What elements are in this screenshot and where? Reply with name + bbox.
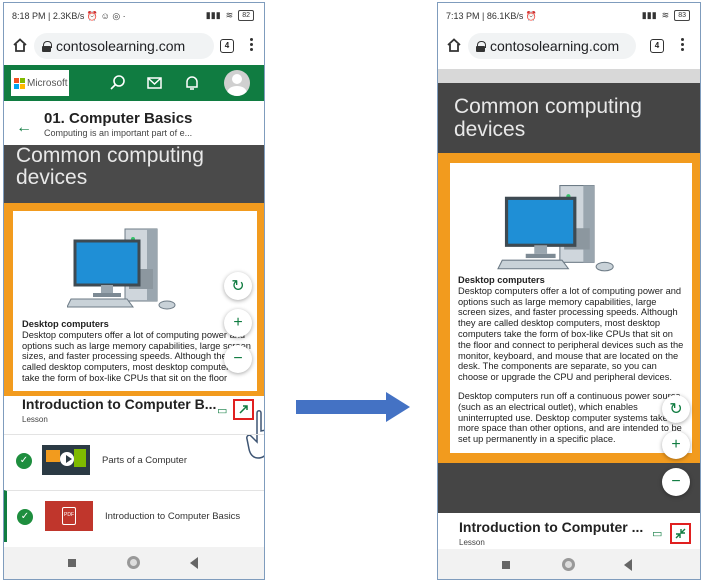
recents-icon[interactable] [502,561,510,569]
zoom-out-button[interactable]: − [224,345,252,373]
list-item[interactable]: ✓ PDF Introduction to Computer Basics [4,490,264,542]
signal-icon: ▮▮▮ [641,10,657,20]
lesson-type: Lesson [459,538,485,547]
slide-header: Common computing devices [4,144,264,203]
browser-menu-icon[interactable] [250,38,254,51]
slide-frame: Desktop computers Desktop computers offe… [438,153,700,463]
list-item[interactable]: ✓ Parts of a Computer [4,434,264,486]
back-nav-icon[interactable] [624,559,632,571]
browser-menu-icon[interactable] [681,38,685,51]
back-arrow-icon[interactable]: ← [16,119,32,137]
back-nav-icon[interactable] [190,557,198,569]
home-nav-icon[interactable] [127,556,140,569]
status-bar: 8:18 PM | 2.3KB/s ⏰ ☺ ◎ · ▮▮▮ ≋ 82 [4,3,264,27]
card-heading: Desktop computers [22,319,109,329]
signal-icon: ▮▮▮ [205,10,221,20]
mail-icon[interactable] [146,74,164,92]
search-icon[interactable] [109,74,127,92]
home-icon[interactable] [446,37,462,53]
address-bar[interactable]: contosolearning.com [468,33,636,59]
wifi-icon: ≋ [225,10,234,20]
rotate-icon: ↻ [669,401,683,418]
lesson-row: Introduction to Computer B... Lesson ▭ [4,396,264,432]
card-body: Desktop computers offer a lot of computi… [22,329,251,383]
course-title: 01. Computer Basics [44,110,193,127]
tab-count-button[interactable]: 4 [650,39,664,53]
slide-title: Common computing devices [16,144,204,189]
phone-screen-before: 8:18 PM | 2.3KB/s ⏰ ☺ ◎ · ▮▮▮ ≋ 82 conto… [3,2,265,580]
address-bar[interactable]: contosolearning.com [34,33,214,59]
phone-screen-after: 7:13 PM | 86.1KB/s ⏰ ▮▮▮ ≋ 83 contosolea… [437,2,701,580]
slide-card: Desktop computers Desktop computers offe… [13,211,257,391]
wifi-icon: ≋ [661,10,670,20]
comment-icon[interactable]: ▭ [652,527,662,540]
zoom-in-button[interactable]: + [224,309,252,337]
zoom-out-button[interactable]: − [662,468,690,496]
pdf-icon: PDF [62,507,76,525]
browser-toolbar: contosolearning.com 4 [4,27,264,63]
lock-icon [476,40,486,52]
lesson-title: Introduction to Computer ... [459,519,644,535]
list-item-label: Introduction to Computer Basics [105,511,241,522]
minus-icon: − [671,473,681,490]
lesson-row: Introduction to Computer ... Lesson ▭ [438,513,700,549]
battery-indicator: 83 [674,10,690,21]
slide-title: Common computing devices [454,95,642,141]
microsoft-logo[interactable]: Microsoft [11,70,69,96]
check-icon: ✓ [17,509,33,525]
desktop-computer-illustration [497,185,614,272]
transition-arrow [296,392,410,422]
rotate-icon: ↻ [231,278,245,295]
rotate-button[interactable]: ↻ [662,395,690,423]
course-subtitle: Computing is an important part of e... [44,128,193,138]
check-icon: ✓ [16,453,32,469]
video-thumbnail [42,445,90,475]
plus-icon: + [233,314,243,331]
lesson-title: Introduction to Computer B... [22,396,217,412]
collapse-button[interactable] [670,523,691,544]
desktop-computer-illustration [67,228,176,310]
android-nav-bar [438,549,700,579]
card-body-continued: Desktop computers run off a continuous p… [458,390,682,445]
battery-indicator: 82 [238,10,254,21]
alarm-icon: ⏰ ☺ ◎ · [86,11,126,21]
url-text: contosolearning.com [56,38,186,54]
android-nav-bar [4,547,264,579]
lock-icon [42,40,52,52]
app-header: Microsoft [4,65,264,101]
tab-count-button[interactable]: 4 [220,39,234,53]
home-nav-icon[interactable] [562,558,575,571]
status-speed: 86.1KB/s [486,11,524,21]
status-time: 8:18 PM [12,11,46,21]
course-header: ← 01. Computer Basics Computing is an im… [4,103,264,145]
minus-icon: − [233,350,243,367]
avatar[interactable] [224,70,250,96]
card-body: Desktop computers offer a lot of computi… [458,285,684,383]
status-speed: 2.3KB/s [52,11,85,21]
slide-card: Desktop computers Desktop computers offe… [450,163,692,453]
list-item-label: Parts of a Computer [102,455,188,466]
recents-icon[interactable] [68,559,76,567]
zoom-in-button[interactable]: + [662,431,690,459]
card-heading: Desktop computers [458,275,545,285]
lesson-type: Lesson [22,415,48,424]
comment-icon[interactable]: ▭ [217,404,227,417]
status-bar: 7:13 PM | 86.1KB/s ⏰ ▮▮▮ ≋ 83 [438,3,700,27]
rotate-button[interactable]: ↻ [224,272,252,300]
browser-toolbar: contosolearning.com 4 [438,27,700,63]
alarm-icon: ⏰ [525,11,538,21]
collapse-icon [675,528,686,539]
url-text: contosolearning.com [490,38,620,54]
pdf-thumbnail: PDF [45,501,93,531]
plus-icon: + [671,436,681,453]
bell-icon[interactable] [183,74,201,92]
home-icon[interactable] [12,37,28,53]
status-time: 7:13 PM [446,11,480,21]
